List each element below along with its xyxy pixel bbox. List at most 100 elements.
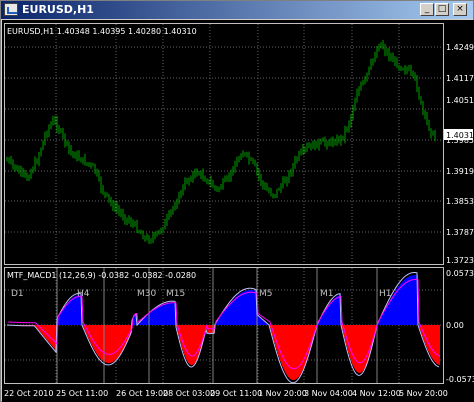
- histogram-bar: [123, 325, 124, 349]
- histogram-bar: [294, 325, 295, 380]
- histogram-bar: [234, 298, 235, 325]
- histogram-bar: [430, 325, 431, 356]
- histogram-bar: [93, 325, 94, 349]
- histogram-bar: [323, 313, 324, 325]
- histogram-bar: [330, 302, 331, 325]
- window-title: EURUSD,H1: [22, 3, 94, 16]
- histogram-bar: [92, 325, 93, 347]
- histogram-bar: [238, 294, 239, 325]
- current-price-label: 1.40310: [446, 131, 474, 140]
- histogram-bar: [260, 317, 261, 325]
- timeframe-label: M30: [137, 289, 156, 299]
- histogram-bar: [391, 297, 392, 325]
- histogram-bar: [233, 299, 234, 325]
- histogram-bar: [90, 325, 91, 343]
- histogram-bar: [52, 325, 53, 347]
- histogram-bar: [292, 325, 293, 380]
- histogram-bar: [331, 301, 332, 325]
- histogram-bar: [61, 311, 62, 325]
- histogram-bar: [115, 325, 116, 360]
- histogram-bar: [224, 310, 225, 325]
- histogram-bar: [283, 325, 284, 369]
- histogram-bar: [97, 325, 98, 355]
- histogram-bar: [74, 296, 75, 325]
- histogram-bar: [70, 299, 71, 325]
- histogram-bar: [182, 325, 183, 350]
- histogram-bar: [144, 318, 145, 325]
- histogram-bar: [278, 325, 279, 356]
- histogram-bar: [187, 325, 188, 362]
- histogram-bar: [108, 325, 109, 363]
- price-tick-label: 1.41170: [446, 74, 474, 83]
- histogram-bar: [53, 325, 54, 348]
- histogram-bar: [249, 290, 250, 325]
- histogram-bar: [153, 310, 154, 325]
- histogram-bar: [134, 315, 135, 325]
- histogram-bar: [105, 325, 106, 363]
- histogram-bar: [73, 297, 74, 325]
- histogram-bar: [106, 325, 107, 363]
- histogram-bar: [300, 325, 301, 375]
- histogram-bar: [49, 325, 50, 343]
- histogram-bar: [146, 316, 147, 325]
- histogram-bar: [325, 310, 326, 325]
- time-tick-label: 5 Nov 20:00: [399, 389, 448, 398]
- histogram-bar: [365, 325, 366, 367]
- histogram-bar: [247, 290, 248, 325]
- maximize-button[interactable]: □: [435, 3, 449, 16]
- histogram-bar: [196, 325, 197, 361]
- histogram-bar: [389, 300, 390, 325]
- histogram-bar: [186, 325, 187, 360]
- histogram-bar: [353, 325, 354, 367]
- histogram-bar: [367, 325, 368, 362]
- histogram-bar: [394, 292, 395, 325]
- histogram-bar: [124, 325, 125, 348]
- title-bar[interactable]: EURUSD,H1 _ □ ×: [1, 1, 473, 19]
- histogram-bar: [114, 325, 115, 361]
- histogram-bar: [406, 278, 407, 325]
- histogram-bar: [301, 325, 302, 373]
- histogram-bar: [380, 318, 381, 325]
- histogram-bar: [67, 302, 68, 325]
- minimize-button[interactable]: _: [420, 3, 434, 16]
- histogram-bar: [409, 276, 410, 325]
- histogram-bar: [217, 321, 218, 325]
- chart-canvas[interactable]: EURUSD,H1 1.40348 1.40395 1.40280 1.4031…: [2, 20, 474, 402]
- histogram-bar: [393, 293, 394, 325]
- histogram-bar: [45, 325, 46, 339]
- timeframe-label: M5: [259, 289, 273, 299]
- histogram-bar: [384, 310, 385, 325]
- histogram-bar: [198, 325, 199, 357]
- histogram-bar: [184, 325, 185, 355]
- histogram-bar: [289, 325, 290, 379]
- histogram-bar: [118, 325, 119, 357]
- histogram-bar: [390, 298, 391, 325]
- time-tick-label: 26 Oct 19:00: [116, 389, 168, 398]
- histogram-bar: [276, 325, 277, 350]
- price-tick-label: 1.42490: [446, 43, 474, 52]
- histogram-bar: [388, 302, 389, 325]
- histogram-bar: [225, 309, 226, 325]
- histogram-bar: [226, 307, 227, 325]
- histogram-bar: [437, 325, 438, 365]
- histogram-bar: [392, 295, 393, 325]
- histogram-bar: [428, 325, 429, 352]
- histogram-bar: [411, 275, 412, 325]
- histogram-bar: [99, 325, 100, 358]
- histogram-bar: [360, 325, 361, 373]
- histogram-bar: [112, 325, 113, 362]
- histogram-bar: [172, 302, 173, 325]
- time-axis: 22 Oct 2010 25 Oct 11:00 26 Oct 19:0028 Oc…: [4, 389, 448, 398]
- histogram-bar: [66, 304, 67, 325]
- histogram-bar: [434, 325, 435, 362]
- time-tick-label: 22 Oct 2010: [4, 389, 53, 398]
- histogram-bar: [396, 289, 397, 325]
- histogram-bar: [352, 325, 353, 365]
- histogram-bar: [91, 325, 92, 345]
- histogram-bar: [435, 325, 436, 363]
- histogram-bar: [194, 325, 195, 364]
- price-tick-label: 1.39190: [446, 167, 474, 176]
- histogram-bar: [433, 325, 434, 361]
- histogram-bar: [78, 295, 79, 325]
- close-button[interactable]: ×: [453, 3, 467, 16]
